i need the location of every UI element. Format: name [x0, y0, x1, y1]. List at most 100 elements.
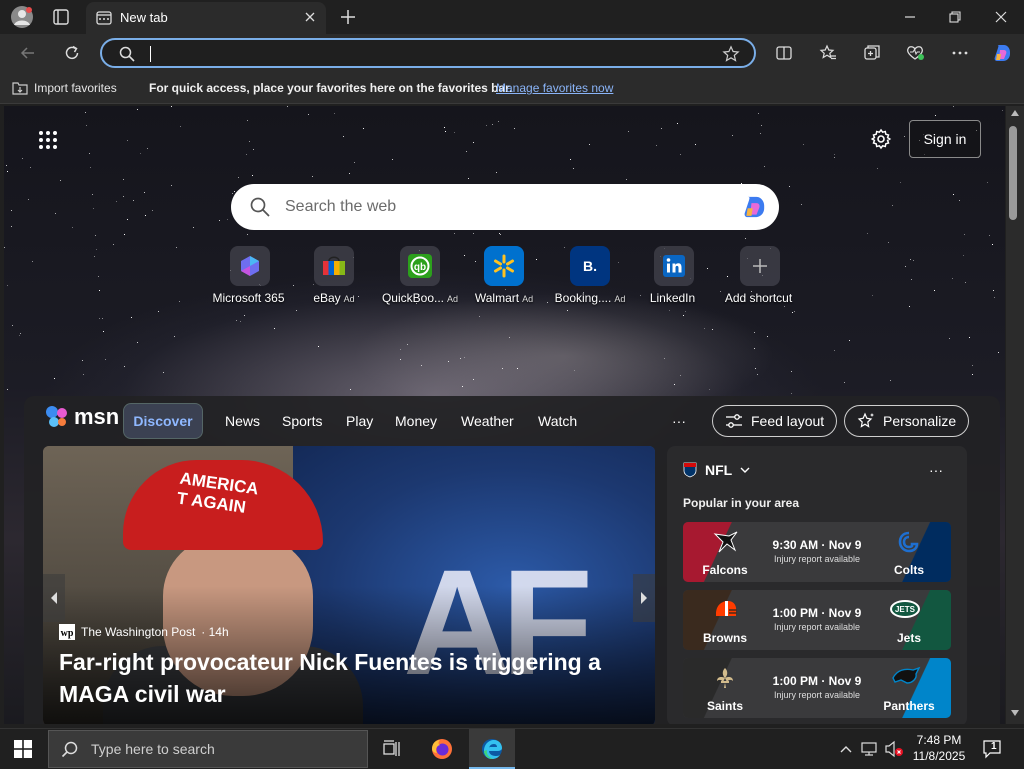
game-row[interactable]: 1:00 PM · Nov 9 Injury report available … [683, 658, 951, 718]
tab-actions-icon[interactable] [52, 8, 70, 26]
star-dot [695, 144, 696, 145]
star-dot [801, 204, 802, 205]
address-input[interactable] [150, 45, 710, 63]
show-hidden-icons-icon[interactable] [838, 741, 854, 757]
shortcut-quickbooks[interactable]: qb QuickBoo... Ad [378, 246, 462, 305]
volume-muted-icon[interactable] [884, 740, 904, 758]
star-dot [219, 220, 220, 221]
star-dot [834, 157, 835, 158]
star-dot [462, 386, 463, 387]
msn-more-tabs[interactable]: ··· [672, 406, 686, 436]
hero-prev-arrow-icon[interactable] [43, 574, 65, 622]
msn-tab-discover[interactable]: Discover [123, 403, 203, 439]
star-dot [574, 370, 575, 371]
star-dot [11, 226, 12, 227]
star-dot [454, 132, 455, 133]
firefox-taskbar-icon[interactable] [430, 737, 454, 761]
star-dot [872, 295, 873, 296]
star-dot [253, 149, 254, 150]
star-dot [669, 310, 670, 311]
network-icon[interactable] [860, 740, 880, 758]
star-dot [754, 332, 755, 333]
home-team-name: Browns [702, 631, 747, 645]
game-row[interactable]: 9:30 AM · Nov 9 Injury report available … [683, 522, 951, 582]
feed-layout-button[interactable]: Feed layout [712, 405, 838, 437]
hero-source[interactable]: wp The Washington Post · 14h [59, 624, 229, 640]
scroll-up-arrow-icon[interactable] [1011, 110, 1019, 116]
close-window-icon[interactable] [986, 6, 1016, 28]
address-bar[interactable] [100, 38, 756, 68]
personalize-button[interactable]: Personalize [844, 405, 970, 437]
restore-icon[interactable] [940, 6, 970, 28]
msn-tab-news[interactable]: News [225, 406, 260, 436]
star-dot [963, 255, 964, 256]
nfl-league-selector[interactable]: NFL [683, 462, 750, 478]
shortcut-booking[interactable]: B. Booking.... Ad [548, 246, 632, 305]
scrollbar-thumb[interactable] [1009, 126, 1017, 220]
hero-news-card[interactable]: AF AMERICA T AGAIN wp The Washington Pos… [43, 446, 655, 724]
msn-butterfly-icon [46, 406, 67, 427]
game-time: 9:30 AM · Nov 9 [772, 538, 862, 552]
star-dot [972, 374, 973, 375]
scroll-down-arrow-icon[interactable] [1011, 710, 1019, 716]
taskbar-search-icon [61, 741, 78, 758]
edge-taskbar-button[interactable] [469, 729, 515, 769]
collections-icon[interactable] [860, 42, 884, 64]
task-view-icon[interactable] [382, 739, 402, 759]
favorites-icon[interactable] [816, 42, 840, 64]
notifications-icon[interactable]: 1 [982, 739, 1004, 759]
web-search-input[interactable] [285, 196, 715, 218]
refresh-icon[interactable] [60, 42, 84, 64]
split-screen-icon[interactable] [772, 42, 796, 64]
star-dot [32, 261, 33, 262]
game-row[interactable]: JETS 1:00 PM · Nov 9 Injury report avail… [683, 590, 951, 650]
msn-logo[interactable]: msn [44, 404, 119, 430]
app-launcher-icon[interactable] [38, 130, 58, 150]
tab-new-tab[interactable]: New tab [86, 2, 326, 34]
favorite-star-icon[interactable] [722, 45, 740, 63]
hero-next-arrow-icon[interactable] [633, 574, 655, 622]
shortcut-add[interactable]: Add shortcut [718, 246, 802, 305]
web-search-box[interactable] [231, 184, 779, 230]
sign-in-button[interactable]: Sign in [909, 120, 981, 158]
shortcut-microsoft-365[interactable]: Microsoft 365 [208, 246, 292, 305]
star-dot [844, 382, 845, 383]
shortcut-linkedin[interactable]: LinkedIn [632, 246, 716, 305]
taskbar-search-box[interactable]: Type here to search [48, 730, 368, 768]
msn-tab-sports[interactable]: Sports [282, 406, 322, 436]
msn-tab-play[interactable]: Play [346, 406, 373, 436]
star-dot [502, 368, 503, 369]
windows-start-icon[interactable] [14, 740, 32, 758]
back-icon[interactable] [16, 42, 40, 64]
hero-headline[interactable]: Far-right provocateur Nick Fuentes is tr… [59, 646, 639, 710]
star-dot [934, 290, 935, 291]
away-team-name: Jets [896, 631, 922, 645]
new-tab-plus-icon[interactable] [338, 7, 358, 27]
browser-essentials-icon[interactable] [904, 42, 928, 64]
taskbar-search-placeholder: Type here to search [91, 741, 215, 757]
nfl-more-options[interactable]: ··· [929, 462, 943, 478]
star-dot [468, 178, 469, 179]
shortcut-ebay[interactable]: eBay Ad [292, 246, 376, 305]
shortcut-walmart[interactable]: Walmart Ad [462, 246, 546, 305]
star-dot [30, 167, 31, 168]
search-icon [118, 45, 136, 63]
star-dot [137, 342, 138, 343]
star-dot [93, 208, 94, 209]
manage-favorites-link[interactable]: Manage favorites now [496, 81, 613, 95]
profile-avatar-icon[interactable] [10, 5, 34, 29]
msn-tab-weather[interactable]: Weather [461, 406, 514, 436]
star-dot [758, 113, 759, 114]
star-dot [102, 318, 103, 319]
copilot-search-icon[interactable] [739, 193, 769, 221]
copilot-icon[interactable] [990, 42, 1014, 64]
star-dot [685, 311, 686, 312]
tab-close-icon[interactable] [302, 9, 318, 25]
page-settings-gear-icon[interactable] [870, 128, 892, 150]
msn-tab-watch[interactable]: Watch [538, 406, 577, 436]
taskbar-clock[interactable]: 7:48 PM 11/8/2025 [904, 732, 974, 764]
msn-tab-money[interactable]: Money [395, 406, 437, 436]
minimize-icon[interactable] [895, 6, 925, 28]
settings-more-icon[interactable] [948, 42, 972, 64]
import-favorites-button[interactable]: Import favorites [12, 80, 117, 96]
